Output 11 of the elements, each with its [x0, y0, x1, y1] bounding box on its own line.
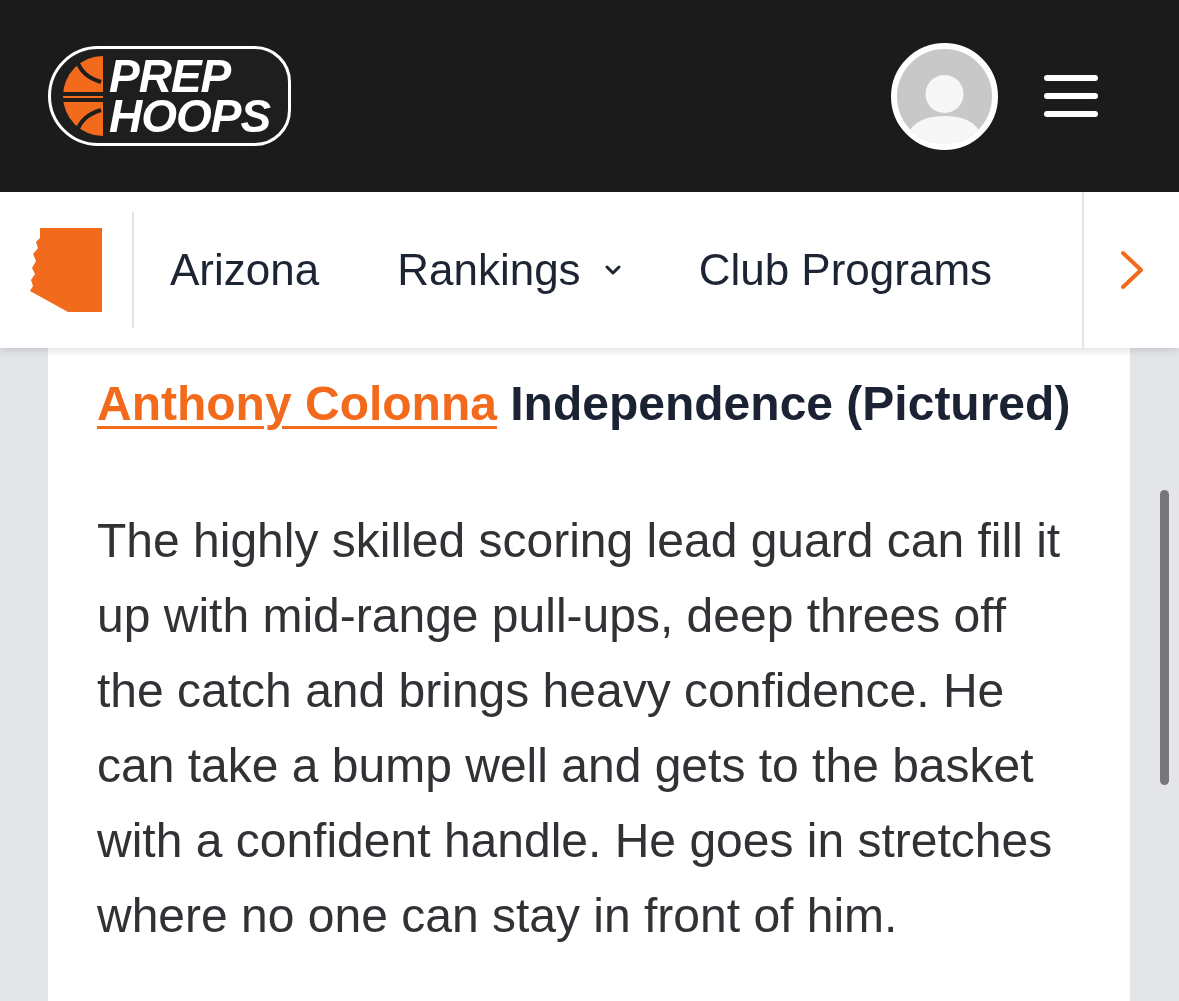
- state-map-icon[interactable]: [30, 228, 102, 312]
- menu-icon[interactable]: [1044, 75, 1098, 117]
- chevron-right-icon: [1119, 250, 1144, 290]
- player-heading: Anthony Colonna Independence (Pictured): [97, 376, 1072, 432]
- logo[interactable]: PREP HOOPS: [48, 46, 292, 146]
- scrollbar-thumb[interactable]: [1160, 490, 1169, 785]
- logo-wordmark: PREP HOOPS: [109, 56, 271, 136]
- article-paragraph: The highly skilled scoring lead guard can fill it up with mid-range pull-ups, deep threes off the catch and brings heavy confidence. He can take a bump well and gets to the basket with a confident handle. He goes in stretches where no one can stay in front of him.: [97, 513, 1062, 944]
- nav-link[interactable]: Club Programs: [698, 237, 993, 303]
- nav-link[interactable]: Arizona: [170, 237, 320, 303]
- nav-dropdown[interactable]: Rankings: [397, 237, 621, 303]
